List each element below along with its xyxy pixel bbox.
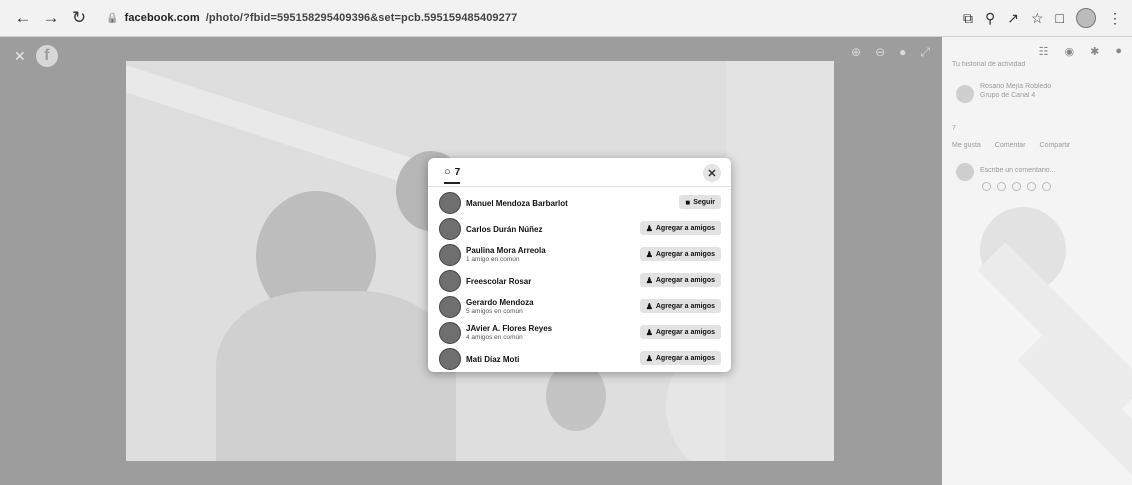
forward-icon[interactable]: →: [40, 7, 62, 29]
avatar[interactable]: [439, 296, 461, 318]
reactions-dialog: ○ 7 ✕ Manuel Mendoza Barbarlot ■ Seguir …: [428, 158, 731, 372]
user-name[interactable]: Paulina Mora Arreola: [466, 246, 546, 255]
fullscreen-icon[interactable]: ⤢: [920, 45, 930, 60]
tag-icon[interactable]: ●: [899, 45, 906, 60]
user-name[interactable]: Gerardo Mendoza: [466, 298, 534, 307]
menu-dots-icon[interactable]: ⋮: [1108, 10, 1122, 27]
list-item: Mati Díaz Moti ♟ Agregar a amigos: [428, 346, 731, 372]
list-item: JAvier A. Flores Reyes 4 amigos en común…: [428, 320, 731, 346]
grid-icon[interactable]: ☷: [1039, 45, 1049, 58]
user-name[interactable]: Freescolar Rosar: [466, 277, 531, 286]
post-sidebar: ☷ ◉ ✱ ● Tu historial de actividad Rosari…: [942, 37, 1132, 485]
author-name[interactable]: Rosario Mejía Robledo: [980, 83, 1124, 90]
reactions-list: Manuel Mendoza Barbarlot ■ Seguir Carlos…: [428, 190, 731, 372]
post-actions: Me gusta Comentar Compartir: [952, 142, 1124, 149]
close-dialog-button[interactable]: ✕: [703, 164, 721, 182]
zoom-icon[interactable]: ⚲: [985, 10, 995, 27]
add-friend-icon: ♟: [645, 353, 653, 363]
add-friend-button[interactable]: ♟ Agregar a amigos: [639, 351, 721, 365]
messenger-icon[interactable]: ◉: [1065, 45, 1075, 58]
tab-all-reactions[interactable]: ○ 7: [444, 166, 461, 184]
url-host: facebook.com: [124, 12, 200, 24]
add-friend-icon: ♟: [645, 249, 653, 259]
notifications-icon[interactable]: ✱: [1090, 45, 1099, 58]
sidebar-toggle-icon[interactable]: □: [1056, 10, 1064, 26]
comment-button[interactable]: Comentar: [995, 142, 1026, 149]
bookmark-star-icon[interactable]: ☆: [1031, 10, 1044, 27]
profile-avatar-icon[interactable]: [1076, 8, 1096, 28]
avatar[interactable]: [439, 348, 461, 370]
lock-icon: 🔒: [106, 12, 119, 24]
browser-toolbar: ← → ↻ 🔒 facebook.com/photo/?fbid=5951582…: [0, 0, 1132, 37]
list-item: Gerardo Mendoza 5 amigos en común ♟ Agre…: [428, 294, 731, 320]
follow-button[interactable]: ■ Seguir: [679, 195, 721, 209]
close-icon: ✕: [707, 167, 717, 180]
reload-icon[interactable]: ↻: [68, 7, 90, 29]
list-item: Paulina Mora Arreola 1 amigo en común ♟ …: [428, 242, 731, 268]
avatar[interactable]: [439, 244, 461, 266]
comment-emoji-icons[interactable]: [982, 182, 1051, 191]
reactions-dialog-header: ○ 7 ✕: [428, 158, 731, 187]
likes-count[interactable]: 7: [952, 125, 1124, 132]
account-icon[interactable]: ●: [1115, 45, 1122, 58]
install-icon[interactable]: ⧉: [963, 10, 973, 27]
mutual-friends: 4 amigos en común: [466, 334, 523, 341]
user-name[interactable]: Manuel Mendoza Barbarlot: [466, 199, 568, 208]
address-bar[interactable]: 🔒 facebook.com/photo/?fbid=5951582954093…: [106, 12, 926, 24]
add-friend-icon: ♟: [645, 301, 653, 311]
list-item: Carlos Durán Núñez ♟ Agregar a amigos: [428, 216, 731, 242]
avatar[interactable]: [439, 218, 461, 240]
browser-actions: ⧉ ⚲ ↗ ☆ □ ⋮: [963, 8, 1122, 28]
like-button[interactable]: Me gusta: [952, 142, 981, 149]
author-avatar[interactable]: [956, 85, 974, 103]
add-friend-icon: ♟: [645, 223, 653, 233]
url-path: /photo/?fbid=595158295409396&set=pcb.595…: [205, 12, 518, 24]
commenter-avatar: [956, 163, 974, 181]
close-viewer-icon[interactable]: ✕: [14, 48, 26, 65]
back-icon[interactable]: ←: [12, 7, 34, 29]
add-friend-button[interactable]: ♟ Agregar a amigos: [639, 247, 721, 261]
author-sub: Grupo de Canal 4: [980, 92, 1036, 99]
follow-icon: ■: [685, 197, 691, 207]
facebook-logo-icon[interactable]: f: [35, 45, 58, 67]
user-name[interactable]: Carlos Durán Núñez: [466, 225, 542, 234]
activity-line: Tu historial de actividad: [952, 61, 1026, 68]
avatar[interactable]: [439, 270, 461, 292]
list-item: Manuel Mendoza Barbarlot ■ Seguir: [428, 190, 731, 216]
add-friend-button[interactable]: ♟ Agregar a amigos: [639, 325, 721, 339]
add-friend-button[interactable]: ♟ Agregar a amigos: [639, 273, 721, 287]
zoom-in-icon[interactable]: ⊕: [851, 45, 861, 60]
reaction-count: 7: [454, 166, 461, 178]
reaction-icon: ○: [444, 166, 451, 178]
comment-input[interactable]: Escribe un comentario...: [980, 167, 1124, 174]
add-friend-button[interactable]: ♟ Agregar a amigos: [639, 221, 721, 235]
user-name[interactable]: JAvier A. Flores Reyes: [466, 324, 552, 333]
avatar[interactable]: [439, 322, 461, 344]
add-friend-icon: ♟: [645, 327, 653, 337]
share-button[interactable]: Compartir: [1040, 142, 1071, 149]
avatar[interactable]: [439, 192, 461, 214]
share-icon[interactable]: ↗: [1007, 10, 1019, 27]
add-friend-icon: ♟: [645, 275, 653, 285]
add-friend-button[interactable]: ♟ Agregar a amigos: [639, 299, 721, 313]
zoom-out-icon[interactable]: ⊖: [875, 45, 885, 60]
list-item: Freescolar Rosar ♟ Agregar a amigos: [428, 268, 731, 294]
user-name[interactable]: Mati Díaz Moti: [466, 355, 519, 364]
mutual-friends: 5 amigos en común: [466, 308, 523, 315]
mutual-friends: 1 amigo en común: [466, 256, 520, 263]
